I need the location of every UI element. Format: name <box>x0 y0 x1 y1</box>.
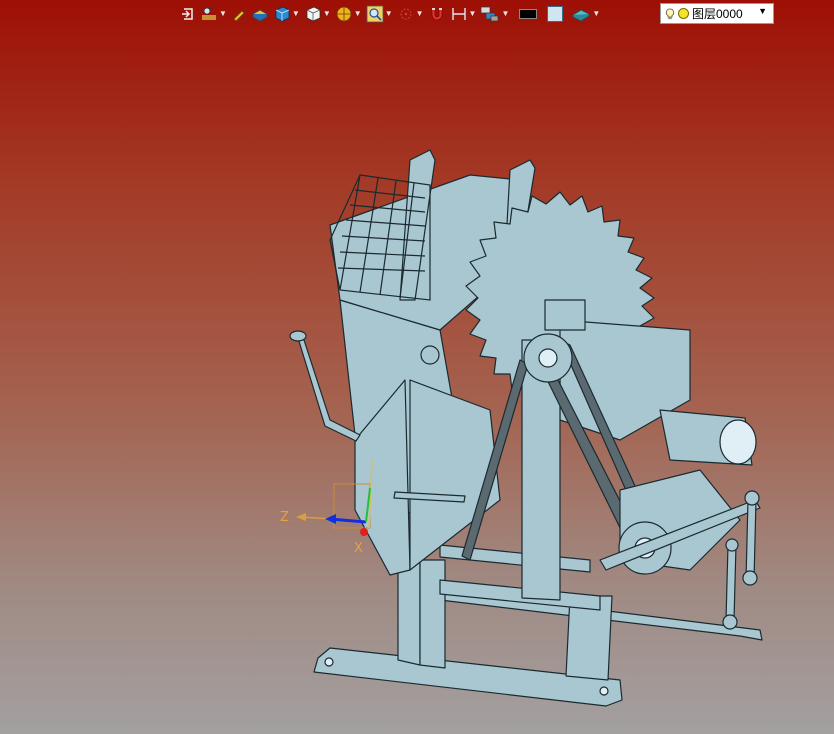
linkage-joint-4 <box>725 538 739 552</box>
chevron-down-icon: ▼ <box>322 9 331 18</box>
fill-color-swatch <box>547 6 564 22</box>
upper-motor <box>544 299 586 331</box>
solid-box-button[interactable]: ▼ <box>271 3 302 25</box>
exit-group-icon <box>182 8 193 20</box>
x-axis-label: X <box>354 541 363 556</box>
linkage-rod-2 <box>725 544 737 621</box>
layers-stack-button[interactable]: ▼ <box>478 3 511 25</box>
upper-pulley-hub <box>538 348 558 368</box>
chevron-down-icon: ▼ <box>592 9 601 18</box>
view-cube-icon <box>306 6 321 22</box>
pencil-button[interactable] <box>229 3 249 25</box>
sketch-tools-button[interactable]: ▼ <box>198 3 229 25</box>
plane-icon <box>252 9 268 22</box>
layer-dropdown-value: 图层0000 <box>692 7 743 21</box>
snap-point-icon <box>400 8 412 20</box>
dimension-icon <box>451 8 466 20</box>
zoom-view-icon <box>366 5 384 23</box>
line-color-button[interactable] <box>517 3 539 25</box>
chevron-down-icon: ▼ <box>219 9 227 18</box>
view-cube-button[interactable]: ▼ <box>302 3 333 25</box>
linkage-joint-1 <box>744 490 760 506</box>
triad-origin <box>360 528 368 536</box>
linkage-joint-3 <box>722 614 738 630</box>
magnet-icon <box>431 8 442 21</box>
fill-color-button[interactable] <box>545 3 565 25</box>
render-style-button[interactable]: ▼ <box>333 3 364 25</box>
line-color-swatch <box>519 9 538 19</box>
crank-knob <box>289 330 307 342</box>
chevron-down-icon: ▼ <box>384 9 393 18</box>
z-axis-arrow <box>296 513 306 521</box>
exit-group-button[interactable] <box>178 3 198 25</box>
linkage-rod-1 <box>745 499 757 581</box>
plane-button[interactable] <box>249 3 271 25</box>
chute-roller <box>420 345 440 365</box>
material-icon <box>572 9 591 22</box>
3d-viewport[interactable]: Z X <box>0 0 834 734</box>
saw-machine-model[interactable]: Z X <box>0 0 834 734</box>
snap-point-button[interactable]: ▼ <box>395 3 426 25</box>
view-toolbar: ▼ ▼ ▼ ▼ ▼ ▼ ▼ ▼ ▼ <box>178 3 602 25</box>
layer-color-icon <box>678 8 689 19</box>
z-axis-label: Z <box>280 510 289 525</box>
chevron-down-icon: ▼ <box>291 9 300 18</box>
dimension-button[interactable]: ▼ <box>448 3 479 25</box>
lightbulb-icon <box>665 8 675 19</box>
bolt-hole-left <box>324 657 334 667</box>
sketch-tools-icon <box>202 6 216 20</box>
layers-stack-icon <box>481 6 499 22</box>
render-style-icon <box>336 6 352 22</box>
solid-box-icon <box>275 6 290 22</box>
linkage-joint-2 <box>742 570 758 586</box>
chevron-down-icon: ▼ <box>415 9 424 18</box>
chevron-down-icon: ▼ <box>353 9 362 18</box>
frame-rail-2 <box>439 544 591 573</box>
pencil-icon <box>233 10 245 22</box>
chevron-down-icon[interactable]: ▼ <box>758 6 767 16</box>
chevron-down-icon: ▼ <box>501 9 510 18</box>
frame-post-mid <box>419 559 446 669</box>
chevron-down-icon: ▼ <box>468 9 477 18</box>
zoom-view-button[interactable]: ▼ <box>364 3 395 25</box>
magnet-button[interactable] <box>426 3 448 25</box>
exhaust-pipe-end <box>719 419 757 465</box>
bolt-hole-right <box>599 686 609 696</box>
layer-dropdown[interactable]: 图层0000 ▼ <box>660 3 774 24</box>
material-button[interactable]: ▼ <box>569 3 602 25</box>
